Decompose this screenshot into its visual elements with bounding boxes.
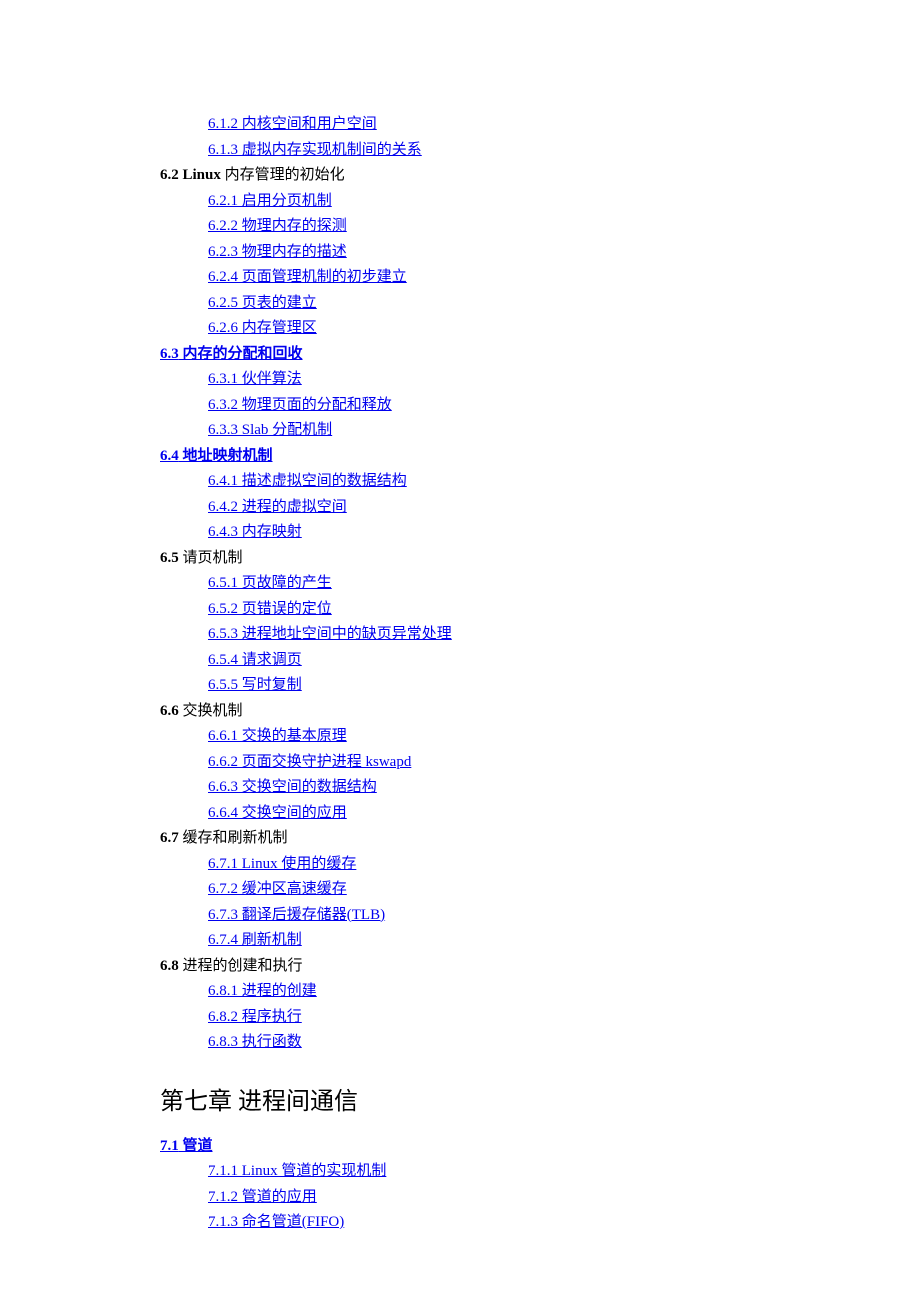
link-6-5-3[interactable]: 6.5.3 进程地址空间中的缺页异常处理: [208, 626, 452, 642]
link-6-1-3[interactable]: 6.1.3 虚拟内存实现机制间的关系: [208, 142, 422, 158]
toc-subsection-list: 6.1.2 内核空间和用户空间 6.1.3 虚拟内存实现机制间的关系: [160, 113, 760, 161]
link-6-2-3[interactable]: 6.2.3 物理内存的描述: [208, 244, 347, 260]
link-6-5-2[interactable]: 6.5.2 页错误的定位: [208, 601, 332, 617]
link-6-4-3[interactable]: 6.4.3 内存映射: [208, 524, 302, 540]
toc-item-6-2-2: 6.2.2 物理内存的探测: [208, 215, 760, 238]
section-heading-7-1: 7.1 管道: [160, 1135, 760, 1158]
link-6-5-1[interactable]: 6.5.1 页故障的产生: [208, 575, 332, 591]
chapter-heading-7: 第七章 进程间通信: [160, 1084, 760, 1120]
link-6-6-3[interactable]: 6.6.3 交换空间的数据结构: [208, 779, 377, 795]
toc-item-6-1-2: 6.1.2 内核空间和用户空间: [208, 113, 760, 136]
link-6-3-1[interactable]: 6.3.1 伙伴算法: [208, 371, 302, 387]
toc-subsection-list-6-3: 6.3.1 伙伴算法 6.3.2 物理页面的分配和释放 6.3.3 Slab 分…: [160, 368, 760, 442]
toc-item-6-2-5: 6.2.5 页表的建立: [208, 292, 760, 315]
toc-item-6-8-3: 6.8.3 执行函数: [208, 1031, 760, 1054]
section-number-6-6: 6.6: [160, 703, 179, 719]
toc-item-6-8-1: 6.8.1 进程的创建: [208, 980, 760, 1003]
link-6-3-2[interactable]: 6.3.2 物理页面的分配和释放: [208, 397, 392, 413]
link-6-6-2[interactable]: 6.6.2 页面交换守护进程 kswapd: [208, 754, 411, 770]
link-6-7-2[interactable]: 6.7.2 缓冲区高速缓存: [208, 881, 347, 897]
toc-item-6-4-3: 6.4.3 内存映射: [208, 521, 760, 544]
toc-item-6-3-3: 6.3.3 Slab 分配机制: [208, 419, 760, 442]
link-6-2-1[interactable]: 6.2.1 启用分页机制: [208, 193, 332, 209]
toc-item-6-6-2: 6.6.2 页面交换守护进程 kswapd: [208, 751, 760, 774]
link-6-2-6[interactable]: 6.2.6 内存管理区: [208, 320, 317, 336]
toc-item-6-3-2: 6.3.2 物理页面的分配和释放: [208, 394, 760, 417]
section-heading-6-6: 6.6 交换机制: [160, 700, 760, 723]
toc-item-6-6-3: 6.6.3 交换空间的数据结构: [208, 776, 760, 799]
section-title-6-7: 缓存和刷新机制: [179, 830, 288, 846]
link-6-7-1[interactable]: 6.7.1 Linux 使用的缓存: [208, 856, 356, 872]
toc-item-7-1-1: 7.1.1 Linux 管道的实现机制: [208, 1160, 760, 1183]
toc-subsection-list-6-6: 6.6.1 交换的基本原理 6.6.2 页面交换守护进程 kswapd 6.6.…: [160, 725, 760, 824]
link-6-8-1[interactable]: 6.8.1 进程的创建: [208, 983, 317, 999]
link-section-6-4[interactable]: 6.4 地址映射机制: [160, 448, 273, 464]
toc-item-6-8-2: 6.8.2 程序执行: [208, 1006, 760, 1029]
link-6-5-5[interactable]: 6.5.5 写时复制: [208, 677, 302, 693]
toc-item-6-4-2: 6.4.2 进程的虚拟空间: [208, 496, 760, 519]
section-title-6-2: 内存管理的初始化: [225, 167, 345, 183]
toc-item-6-3-1: 6.3.1 伙伴算法: [208, 368, 760, 391]
link-7-1-1[interactable]: 7.1.1 Linux 管道的实现机制: [208, 1163, 386, 1179]
link-6-2-4[interactable]: 6.2.4 页面管理机制的初步建立: [208, 269, 407, 285]
link-6-1-2[interactable]: 6.1.2 内核空间和用户空间: [208, 116, 377, 132]
toc-item-6-5-1: 6.5.1 页故障的产生: [208, 572, 760, 595]
toc-item-6-7-2: 6.7.2 缓冲区高速缓存: [208, 878, 760, 901]
toc-subsection-list-6-5: 6.5.1 页故障的产生 6.5.2 页错误的定位 6.5.3 进程地址空间中的…: [160, 572, 760, 697]
section-heading-6-8: 6.8 进程的创建和执行: [160, 955, 760, 978]
link-6-7-4[interactable]: 6.7.4 刷新机制: [208, 932, 302, 948]
section-number-6-5: 6.5: [160, 550, 179, 566]
link-6-4-1[interactable]: 6.4.1 描述虚拟空间的数据结构: [208, 473, 407, 489]
link-6-2-5[interactable]: 6.2.5 页表的建立: [208, 295, 317, 311]
link-7-1-3[interactable]: 7.1.3 命名管道(FIFO): [208, 1214, 344, 1230]
section-heading-6-5: 6.5 请页机制: [160, 547, 760, 570]
link-7-1-2[interactable]: 7.1.2 管道的应用: [208, 1189, 317, 1205]
section-number-6-8: 6.8: [160, 958, 179, 974]
link-6-3-3[interactable]: 6.3.3 Slab 分配机制: [208, 422, 332, 438]
toc-subsection-list-6-2: 6.2.1 启用分页机制 6.2.2 物理内存的探测 6.2.3 物理内存的描述…: [160, 190, 760, 340]
link-6-2-2[interactable]: 6.2.2 物理内存的探测: [208, 218, 347, 234]
section-title-6-8: 进程的创建和执行: [179, 958, 303, 974]
link-6-8-2[interactable]: 6.8.2 程序执行: [208, 1009, 302, 1025]
link-6-7-3[interactable]: 6.7.3 翻译后援存储器(TLB): [208, 907, 385, 923]
section-heading-6-4: 6.4 地址映射机制: [160, 445, 760, 468]
toc-subsection-list-6-7: 6.7.1 Linux 使用的缓存 6.7.2 缓冲区高速缓存 6.7.3 翻译…: [160, 853, 760, 952]
toc-item-6-4-1: 6.4.1 描述虚拟空间的数据结构: [208, 470, 760, 493]
toc-subsection-list-6-4: 6.4.1 描述虚拟空间的数据结构 6.4.2 进程的虚拟空间 6.4.3 内存…: [160, 470, 760, 544]
toc-item-6-6-4: 6.6.4 交换空间的应用: [208, 802, 760, 825]
section-number-6-7: 6.7: [160, 830, 179, 846]
toc-item-6-2-1: 6.2.1 启用分页机制: [208, 190, 760, 213]
toc-subsection-list-7-1: 7.1.1 Linux 管道的实现机制 7.1.2 管道的应用 7.1.3 命名…: [160, 1160, 760, 1234]
toc-item-6-5-2: 6.5.2 页错误的定位: [208, 598, 760, 621]
toc-item-6-7-4: 6.7.4 刷新机制: [208, 929, 760, 952]
section-heading-6-3: 6.3 内存的分配和回收: [160, 343, 760, 366]
toc-item-6-7-3: 6.7.3 翻译后援存储器(TLB): [208, 904, 760, 927]
toc-subsection-list-6-8: 6.8.1 进程的创建 6.8.2 程序执行 6.8.3 执行函数: [160, 980, 760, 1054]
toc-item-6-2-4: 6.2.4 页面管理机制的初步建立: [208, 266, 760, 289]
section-heading-6-7: 6.7 缓存和刷新机制: [160, 827, 760, 850]
link-6-6-1[interactable]: 6.6.1 交换的基本原理: [208, 728, 347, 744]
toc-item-6-7-1: 6.7.1 Linux 使用的缓存: [208, 853, 760, 876]
toc-item-6-5-5: 6.5.5 写时复制: [208, 674, 760, 697]
link-section-7-1[interactable]: 7.1 管道: [160, 1138, 213, 1154]
toc-item-6-5-4: 6.5.4 请求调页: [208, 649, 760, 672]
toc-item-6-1-3: 6.1.3 虚拟内存实现机制间的关系: [208, 139, 760, 162]
link-section-6-3[interactable]: 6.3 内存的分配和回收: [160, 346, 303, 362]
toc-item-6-2-6: 6.2.6 内存管理区: [208, 317, 760, 340]
section-title-6-5: 请页机制: [179, 550, 243, 566]
toc-item-7-1-3: 7.1.3 命名管道(FIFO): [208, 1211, 760, 1234]
toc-item-6-2-3: 6.2.3 物理内存的描述: [208, 241, 760, 264]
link-6-8-3[interactable]: 6.8.3 执行函数: [208, 1034, 302, 1050]
link-6-4-2[interactable]: 6.4.2 进程的虚拟空间: [208, 499, 347, 515]
section-title-6-6: 交换机制: [179, 703, 243, 719]
section-number-6-2: 6.2 Linux: [160, 167, 225, 183]
toc-item-7-1-2: 7.1.2 管道的应用: [208, 1186, 760, 1209]
toc-item-6-5-3: 6.5.3 进程地址空间中的缺页异常处理: [208, 623, 760, 646]
link-6-6-4[interactable]: 6.6.4 交换空间的应用: [208, 805, 347, 821]
toc-item-6-6-1: 6.6.1 交换的基本原理: [208, 725, 760, 748]
link-6-5-4[interactable]: 6.5.4 请求调页: [208, 652, 302, 668]
section-heading-6-2: 6.2 Linux 内存管理的初始化: [160, 164, 760, 187]
